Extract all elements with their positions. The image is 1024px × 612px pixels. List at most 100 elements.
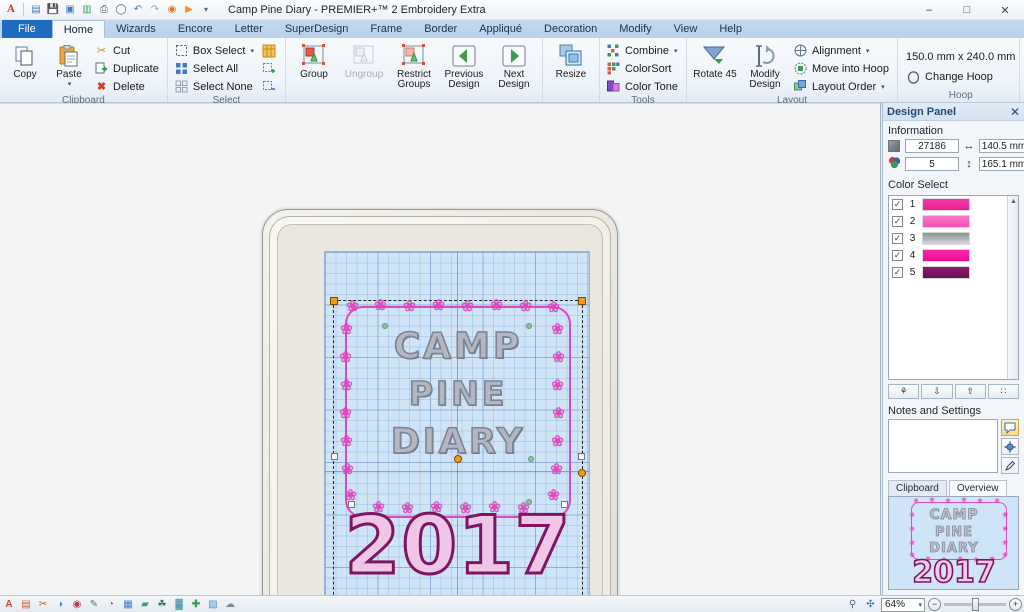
bobbin-icon[interactable]: ▓ xyxy=(171,597,187,612)
paint-palette-icon[interactable]: ◔ xyxy=(103,597,119,612)
rotate-45-button[interactable]: Rotate 45 xyxy=(691,40,739,80)
color-select-list[interactable]: ✓ 1 ✓ 2 ✓ 3 ✓ 4 ✓ 5 ▲ xyxy=(888,195,1019,380)
color-tone-button[interactable]: Color Tone xyxy=(604,78,682,95)
duplicate-button[interactable]: Duplicate xyxy=(92,60,163,77)
tab-home[interactable]: Home xyxy=(51,20,106,38)
thread-palette-icon[interactable]: ◉ xyxy=(69,597,85,612)
tab-modify[interactable]: Modify xyxy=(608,20,662,38)
color-checkbox[interactable]: ✓ xyxy=(892,267,903,278)
maximize-button[interactable]: □ xyxy=(948,0,986,20)
redo-icon[interactable]: ↷ xyxy=(147,2,163,18)
fit-to-window-icon[interactable]: ✣ xyxy=(863,598,878,612)
change-hoop-button[interactable]: Change Hoop xyxy=(906,69,997,86)
undo-icon[interactable]: ↶ xyxy=(130,2,146,18)
color-swatch[interactable] xyxy=(922,215,970,228)
combine-dropdown-icon[interactable]: ▾ xyxy=(674,47,678,55)
cut-button[interactable]: ✂ Cut xyxy=(92,42,163,59)
color-row[interactable]: ✓ 2 xyxy=(889,213,1018,230)
move-into-hoop-button[interactable]: Move into Hoop xyxy=(791,60,893,77)
modify-design-button[interactable]: Modify Design xyxy=(741,40,789,90)
alignment-dropdown-icon[interactable]: ▾ xyxy=(866,47,870,55)
design-player-icon[interactable]: ▶ xyxy=(181,2,197,18)
export-stitch-icon[interactable]: ▧ xyxy=(205,597,221,612)
tab-clipboard[interactable]: Clipboard xyxy=(888,480,947,496)
notes-button[interactable] xyxy=(1001,419,1019,436)
box-select-dropdown-icon[interactable]: ▾ xyxy=(250,47,254,55)
tab-file[interactable]: File xyxy=(2,20,52,38)
color-checkbox[interactable]: ✓ xyxy=(892,250,903,261)
paste-dropdown-icon[interactable]: ▾ xyxy=(68,80,72,88)
alignment-button[interactable]: Alignment ▾ xyxy=(791,42,893,59)
app-logo-icon[interactable]: A xyxy=(3,2,19,18)
zoom-to-rectangle-icon[interactable]: ⚲ xyxy=(845,598,860,612)
next-design-button[interactable]: Next Design xyxy=(490,40,538,90)
color-checkbox[interactable]: ✓ xyxy=(892,233,903,244)
select-none-button[interactable]: Select None xyxy=(172,78,258,95)
fabric-icon[interactable]: ▰ xyxy=(137,597,153,612)
color-checkbox[interactable]: ✓ xyxy=(892,199,903,210)
cloud-icon[interactable]: ☁ xyxy=(222,597,238,612)
new-design-icon[interactable]: A xyxy=(1,597,17,612)
color-checkbox[interactable]: ✓ xyxy=(892,216,903,227)
colorsort-button[interactable]: ColorSort xyxy=(604,60,682,77)
resize-handle-top-right[interactable] xyxy=(578,297,586,305)
white-handle-left[interactable] xyxy=(331,453,338,460)
zoom-slider[interactable] xyxy=(944,598,1006,611)
overview-preview[interactable]: ❀ ❀ ❀ ❀ ❀ ❀ ❀ ❀ ❀ ❀ ❀ ❀ ❀ ❀ ❀ ❀ ❀ ❀ ❀ CA… xyxy=(888,496,1019,590)
color-wheel-icon[interactable]: ◑ xyxy=(52,597,68,612)
embroidery-design[interactable]: ❀ ❀ ❀ ❀ ❀ ❀ ❀ ❀ ❀ ❀ ❀ ❀ ❀ ❀ ❀ ❀ ❀ ❀ ❀ ❀ … xyxy=(339,298,575,595)
color-change-button[interactable]: ⚘ xyxy=(888,384,920,399)
hoop-icon[interactable]: ◯ xyxy=(113,2,129,18)
tab-wizards[interactable]: Wizards xyxy=(105,20,167,38)
combine-button[interactable]: Combine ▾ xyxy=(604,42,682,59)
previous-design-button[interactable]: Previous Design xyxy=(440,40,488,90)
tab-applique[interactable]: Appliqué xyxy=(468,20,533,38)
tab-overview[interactable]: Overview xyxy=(948,480,1007,496)
scroll-up-icon[interactable]: ▲ xyxy=(1008,196,1018,207)
stitch-area[interactable]: ❀ ❀ ❀ ❀ ❀ ❀ ❀ ❀ ❀ ❀ ❀ ❀ ❀ ❀ ❀ ❀ ❀ ❀ ❀ ❀ … xyxy=(324,251,590,595)
life-view-icon[interactable]: ◉ xyxy=(164,2,180,18)
color-swatch[interactable] xyxy=(922,198,970,211)
color-swatch[interactable] xyxy=(922,266,970,279)
design-canvas[interactable]: ❀ ❀ ❀ ❀ ❀ ❀ ❀ ❀ ❀ ❀ ❀ ❀ ❀ ❀ ❀ ❀ ❀ ❀ ❀ ❀ … xyxy=(0,103,881,595)
tab-frame[interactable]: Frame xyxy=(359,20,413,38)
zoom-in-button[interactable]: + xyxy=(1009,598,1022,611)
chevron-down-icon[interactable]: ▾ xyxy=(918,601,922,609)
thread-spools-icon[interactable]: ☘ xyxy=(154,597,170,612)
add-to-selection-button[interactable] xyxy=(260,60,281,77)
notes-textarea[interactable] xyxy=(888,419,998,473)
ungroup-button[interactable]: Ungroup xyxy=(340,40,388,80)
tab-border[interactable]: Border xyxy=(413,20,468,38)
rotation-handle[interactable] xyxy=(578,468,586,477)
customize-qat-icon[interactable]: ▾ xyxy=(198,2,214,18)
resize-button[interactable]: Resize xyxy=(547,40,595,80)
layout-order-dropdown-icon[interactable]: ▾ xyxy=(881,83,885,91)
tab-decoration[interactable]: Decoration xyxy=(533,20,608,38)
paste-button[interactable]: Paste ▾ xyxy=(48,40,90,88)
remove-from-selection-button[interactable] xyxy=(260,78,281,95)
cut-tool-icon[interactable]: ✂ xyxy=(35,597,51,612)
color-row[interactable]: ✓ 1 xyxy=(889,196,1018,213)
color-list-scrollbar[interactable]: ▲ xyxy=(1007,196,1018,379)
zoom-out-button[interactable]: − xyxy=(928,598,941,611)
settings-button[interactable] xyxy=(1001,438,1019,455)
tab-help[interactable]: Help xyxy=(708,20,753,38)
tab-superdesign[interactable]: SuperDesign xyxy=(274,20,360,38)
color-row[interactable]: ✓ 3 xyxy=(889,230,1018,247)
tab-encore[interactable]: Encore xyxy=(167,20,224,38)
color-swatch[interactable] xyxy=(922,249,970,262)
add-icon[interactable]: ✚ xyxy=(188,597,204,612)
edit-notes-button[interactable] xyxy=(1001,457,1019,474)
select-all-button[interactable]: Select All xyxy=(172,60,258,77)
layout-order-button[interactable]: Layout Order ▾ xyxy=(791,78,893,95)
multiple-select-button[interactable]: ∷ xyxy=(987,384,1019,399)
zoom-level-select[interactable]: 64% ▾ xyxy=(881,597,925,612)
insert-design-icon[interactable]: ▤ xyxy=(18,597,34,612)
export-icon[interactable]: ▥ xyxy=(79,2,95,18)
save-as-icon[interactable]: ▣ xyxy=(62,2,78,18)
box-select-button[interactable]: Box Select ▾ xyxy=(172,42,258,59)
close-icon[interactable]: ✕ xyxy=(1010,105,1020,119)
delete-button[interactable]: ✖ Delete xyxy=(92,78,163,95)
close-button[interactable]: ✕ xyxy=(986,0,1024,20)
group-button[interactable]: Group xyxy=(290,40,338,80)
